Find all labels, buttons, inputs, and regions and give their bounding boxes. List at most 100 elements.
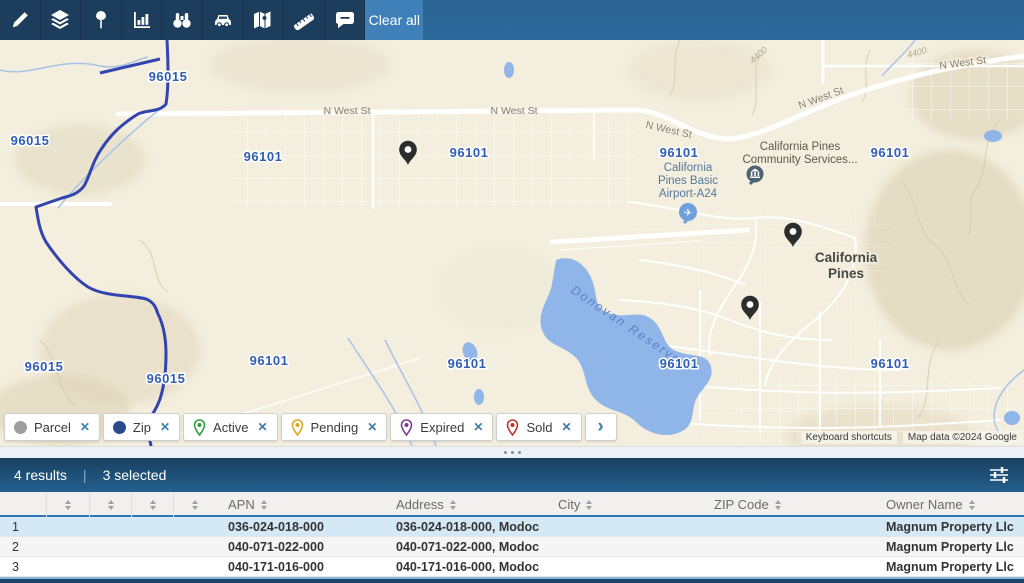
filter-chip-parcel[interactable]: Parcel ✕ xyxy=(4,413,100,441)
sliders-icon xyxy=(988,466,1010,484)
filter-chip-expired[interactable]: Expired ✕ xyxy=(390,413,493,441)
selected-count: 3 selected xyxy=(103,467,167,483)
sort-icon xyxy=(450,500,456,510)
chip-label: Parcel xyxy=(34,420,71,435)
chip-label: Active xyxy=(213,420,248,435)
layers-icon xyxy=(50,9,70,31)
remove-chip-icon[interactable]: ✕ xyxy=(367,420,377,434)
chip-label: Pending xyxy=(311,420,359,435)
header-sort-col-3[interactable] xyxy=(131,492,173,517)
map-canvas[interactable]: Donovan Reservoir N West St N West St N … xyxy=(0,40,1024,446)
header-sort-col-4[interactable] xyxy=(173,492,216,517)
cell-owner: Magnum Property Llc xyxy=(874,560,1024,574)
table-header-row: APN Address City ZIP Code Owner Name xyxy=(0,492,1024,517)
filter-chip-sold[interactable]: Sold ✕ xyxy=(496,413,581,441)
svg-text:Pines Basic: Pines Basic xyxy=(658,175,718,187)
table-row[interactable]: 2 040-071-022-000 040-071-022-000, Modoc… xyxy=(0,537,1024,557)
lookup-tool-button[interactable] xyxy=(162,0,203,40)
chip-label: Sold xyxy=(526,420,552,435)
header-apn[interactable]: APN xyxy=(216,492,384,517)
map-tool-button[interactable] xyxy=(244,0,285,40)
pending-pin-icon xyxy=(291,419,304,436)
chips-next-button[interactable]: › xyxy=(585,413,617,441)
chip-label: Expired xyxy=(420,420,464,435)
cell-address: 040-071-022-000, Modoc xyxy=(384,540,546,554)
results-count: 4 results xyxy=(14,467,67,483)
svg-text:California: California xyxy=(664,162,713,174)
remove-chip-icon[interactable]: ✕ xyxy=(80,420,90,434)
app-window: Donovan Reservoir N West St N West St N … xyxy=(0,0,1024,583)
sort-icon xyxy=(261,500,267,510)
panel-resize-handle[interactable] xyxy=(0,446,1024,458)
svg-text:California: California xyxy=(815,250,878,265)
draw-tool-button[interactable] xyxy=(0,0,41,40)
svg-text:96015: 96015 xyxy=(25,359,64,374)
svg-text:96015: 96015 xyxy=(149,69,188,84)
cell-apn: 036-024-018-000 xyxy=(216,520,384,534)
svg-text:Airport-A24: Airport-A24 xyxy=(659,188,718,200)
svg-text:96101: 96101 xyxy=(250,353,289,368)
header-sort-col-1[interactable] xyxy=(46,492,89,517)
drag-dots-icon xyxy=(504,451,507,454)
clear-all-button[interactable]: Clear all xyxy=(365,0,423,40)
svg-text:96101: 96101 xyxy=(871,356,910,371)
sort-icon xyxy=(150,500,156,510)
header-city[interactable]: City xyxy=(546,492,702,517)
keyboard-shortcuts-button[interactable]: Keyboard shortcuts xyxy=(801,431,897,444)
pencil-icon xyxy=(10,10,30,30)
cell-apn: 040-071-022-000 xyxy=(216,540,384,554)
bar-chart-icon xyxy=(132,10,152,30)
svg-text:Community Services...: Community Services... xyxy=(742,154,857,166)
table-row[interactable]: 1 036-024-018-000 036-024-018-000, Modoc… xyxy=(0,517,1024,537)
header-owner[interactable]: Owner Name xyxy=(874,492,1024,517)
header-sort-col-2[interactable] xyxy=(89,492,131,517)
svg-text:96101: 96101 xyxy=(448,356,487,371)
svg-text:96015: 96015 xyxy=(11,133,50,148)
filter-chip-active[interactable]: Active ✕ xyxy=(183,413,277,441)
comment-icon xyxy=(335,10,355,30)
measure-tool-button[interactable] xyxy=(284,0,325,40)
cell-apn: 040-171-016-000 xyxy=(216,560,384,574)
svg-text:N West St: N West St xyxy=(323,105,370,117)
sold-pin-icon xyxy=(506,419,519,436)
row-number: 3 xyxy=(0,560,46,574)
svg-text:96101: 96101 xyxy=(660,356,699,371)
results-divider: | xyxy=(83,467,87,483)
results-bar: 4 results | 3 selected xyxy=(0,458,1024,492)
table-row[interactable]: 3 040-171-016-000 040-171-016-000, Modoc… xyxy=(0,557,1024,577)
header-address[interactable]: Address xyxy=(384,492,546,517)
comment-tool-button[interactable] xyxy=(325,0,366,40)
active-pin-icon xyxy=(193,419,206,436)
map-container: Donovan Reservoir N West St N West St N … xyxy=(0,40,1024,446)
cell-owner: Magnum Property Llc xyxy=(874,540,1024,554)
table-settings-button[interactable] xyxy=(988,466,1010,484)
filter-chip-zip[interactable]: Zip ✕ xyxy=(103,413,180,441)
drive-time-tool-button[interactable] xyxy=(203,0,244,40)
svg-text:96101: 96101 xyxy=(660,145,699,160)
pin-tool-button[interactable] xyxy=(81,0,122,40)
chip-label: Zip xyxy=(133,420,151,435)
remove-chip-icon[interactable]: ✕ xyxy=(257,420,267,434)
results-table: APN Address City ZIP Code Owner Name 1 0… xyxy=(0,492,1024,577)
row-number: 1 xyxy=(0,520,46,534)
sort-icon xyxy=(192,500,198,510)
cell-owner: Magnum Property Llc xyxy=(874,520,1024,534)
layers-tool-button[interactable] xyxy=(41,0,82,40)
car-icon xyxy=(213,10,233,30)
filter-chip-pending[interactable]: Pending ✕ xyxy=(281,413,388,441)
map-icon xyxy=(253,10,273,30)
sort-icon xyxy=(65,500,71,510)
sort-icon xyxy=(108,500,114,510)
chart-tool-button[interactable] xyxy=(122,0,163,40)
svg-text:N West St: N West St xyxy=(490,105,537,117)
svg-text:California Pines: California Pines xyxy=(760,141,841,153)
remove-chip-icon[interactable]: ✕ xyxy=(561,420,571,434)
header-zip[interactable]: ZIP Code xyxy=(702,492,874,517)
remove-chip-icon[interactable]: ✕ xyxy=(160,420,170,434)
parcel-dot-icon xyxy=(14,421,27,434)
svg-text:Pines: Pines xyxy=(828,266,864,281)
zip-dot-icon xyxy=(113,421,126,434)
remove-chip-icon[interactable]: ✕ xyxy=(473,420,483,434)
ruler-icon xyxy=(294,10,314,30)
svg-text:96101: 96101 xyxy=(450,145,489,160)
